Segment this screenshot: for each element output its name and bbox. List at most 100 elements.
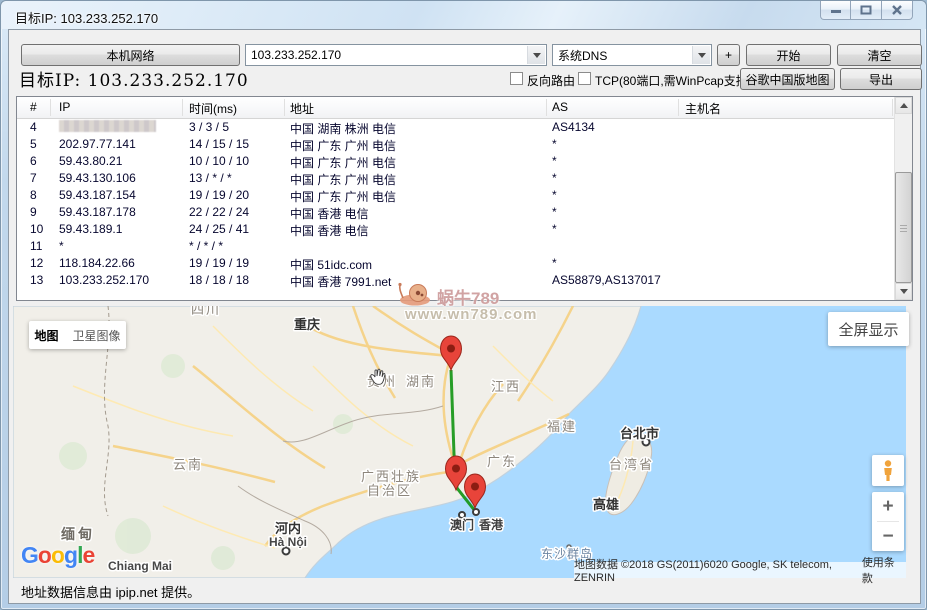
cell-ip: 59.43.80.21	[59, 154, 122, 168]
google-logo-letter: G	[21, 542, 38, 568]
route-map[interactable]: 四川重庆贵州湖南江西云南福建广东广西壮族自治区台北市台湾省高雄东沙群岛缅甸Chi…	[13, 306, 906, 578]
pegman-icon	[881, 460, 895, 482]
chevron-down-icon	[698, 53, 706, 58]
close-button[interactable]	[882, 1, 913, 20]
cell-ip: 118.184.22.66	[59, 256, 135, 270]
col-header-hop[interactable]: #	[30, 100, 37, 114]
map-type-satellite-button[interactable]: 卫星图像	[73, 327, 121, 344]
zoom-out-button[interactable]: −	[872, 522, 904, 551]
map-attribution-bar: 地图数据 ©2018 GS(2011)6020 Google, SK telec…	[574, 562, 906, 578]
clear-button[interactable]: 清空	[837, 44, 922, 66]
cell-time: 24 / 25 / 41	[189, 222, 249, 236]
cell-hop: 7	[30, 171, 37, 185]
target-ip-dropdown[interactable]	[527, 46, 545, 64]
dns-dropdown[interactable]	[692, 46, 710, 64]
cell-loc: 中国 香港 7991.net	[290, 273, 391, 290]
cell-as: AS58879,AS137017	[552, 273, 661, 287]
dns-combobox[interactable]: 系统DNS	[552, 44, 712, 66]
map-label: 高雄	[593, 497, 619, 512]
google-logo[interactable]: Google	[21, 542, 94, 569]
cell-time: 3 / 3 / 5	[189, 120, 229, 134]
table-row[interactable]: 959.43.187.17822 / 22 / 24中国 香港 电信*	[17, 203, 894, 220]
table-scrollbar[interactable]	[894, 97, 912, 300]
map-label: 广东	[487, 454, 517, 469]
local-network-button[interactable]: 本机网络	[21, 44, 240, 66]
tcp-mode-checkbox[interactable]	[578, 72, 591, 85]
cell-time: 18 / 18 / 18	[189, 273, 249, 287]
cell-as: *	[552, 205, 557, 219]
cell-time: * / * / *	[189, 239, 223, 253]
window-frame: 目标IP: 103.233.252.170 本机网络 103.233.252.1…	[0, 0, 927, 610]
cell-ip: 59.43.130.106	[59, 171, 136, 185]
export-button[interactable]: 导出	[840, 68, 922, 90]
table-row[interactable]: 759.43.130.10613 / * / *中国 广东 广州 电信*	[17, 169, 894, 186]
cell-ip: 59.43.189.1	[59, 222, 122, 236]
map-label: 台北市	[620, 426, 659, 441]
cell-as: *	[552, 154, 557, 168]
table-row[interactable]: 659.43.80.2110 / 10 / 10中国 广东 广州 电信*	[17, 152, 894, 169]
fullscreen-button[interactable]: 全屏显示	[828, 312, 909, 346]
cell-hop: 10	[30, 222, 43, 236]
hop-table-header[interactable]: # IP 时间(ms) 地址 AS 主机名	[17, 97, 912, 119]
map-label: 广西壮族	[361, 469, 421, 484]
chevron-down-icon	[533, 53, 541, 58]
map-attribution: 地图数据 ©2018 GS(2011)6020 Google, SK telec…	[574, 556, 850, 584]
map-label: 缅甸	[61, 526, 95, 542]
col-header-host[interactable]: 主机名	[685, 100, 721, 117]
col-header-ip[interactable]: IP	[59, 100, 70, 114]
column-divider[interactable]	[50, 99, 51, 116]
col-header-time[interactable]: 时间(ms)	[189, 100, 237, 117]
scroll-up-button[interactable]	[895, 97, 912, 114]
table-row[interactable]: 859.43.187.15419 / 19 / 20中国 广东 广州 电信*	[17, 186, 894, 203]
map-label: 云南	[173, 457, 203, 472]
zoom-in-button[interactable]: +	[872, 492, 904, 521]
hop-table-body: 43 / 3 / 5中国 湖南 株洲 电信AS41345202.97.77.14…	[17, 118, 894, 300]
map-zoom-control: + −	[872, 492, 904, 551]
scroll-down-button[interactable]	[895, 283, 912, 300]
col-header-as[interactable]: AS	[552, 100, 568, 114]
cell-as: *	[552, 188, 557, 202]
table-row[interactable]: 43 / 3 / 5中国 湖南 株洲 电信AS4134	[17, 118, 894, 135]
map-label: 重庆	[294, 317, 320, 332]
maximize-button[interactable]	[851, 1, 882, 20]
cell-hop: 5	[30, 137, 37, 151]
pegman-button[interactable]	[872, 455, 904, 486]
table-row[interactable]: 12118.184.22.6619 / 19 / 19中国 51idc.com*	[17, 254, 894, 271]
col-header-location[interactable]: 地址	[290, 100, 314, 117]
add-target-button[interactable]: +	[717, 44, 740, 66]
cell-ip: 59.43.187.154	[59, 188, 136, 202]
column-divider[interactable]	[284, 99, 285, 116]
column-divider[interactable]	[182, 99, 183, 116]
minimize-button[interactable]	[820, 1, 851, 20]
column-divider[interactable]	[546, 99, 547, 116]
cell-time: 10 / 10 / 10	[189, 154, 249, 168]
cell-ip: 59.43.187.178	[59, 205, 136, 219]
table-row[interactable]: 13103.233.252.17018 / 18 / 18中国 香港 7991.…	[17, 271, 894, 288]
map-label: 台湾省	[609, 457, 654, 472]
map-type-map-button[interactable]: 地图	[34, 327, 58, 344]
triangle-down-icon	[900, 289, 908, 294]
scrollbar-thumb[interactable]	[895, 172, 912, 283]
google-logo-letter: o	[38, 542, 51, 568]
cell-hop: 6	[30, 154, 37, 168]
hop-table: # IP 时间(ms) 地址 AS 主机名 43 / 3 / 5中国 湖南 株洲…	[16, 96, 913, 301]
cell-hop: 11	[30, 239, 42, 253]
google-cn-map-button[interactable]: 谷歌中国版地图	[740, 68, 835, 90]
map-canvas: 四川重庆贵州湖南江西云南福建广东广西壮族自治区台北市台湾省高雄东沙群岛缅甸Chi…	[13, 306, 906, 578]
google-logo-letter: g	[64, 542, 77, 568]
column-divider[interactable]	[678, 99, 679, 116]
start-button[interactable]: 开始	[746, 44, 831, 66]
reverse-route-checkbox[interactable]	[510, 72, 523, 85]
table-row[interactable]: 5202.97.77.14114 / 15 / 15中国 广东 广州 电信*	[17, 135, 894, 152]
cell-hop: 12	[30, 256, 43, 270]
title-bar[interactable]: 目标IP: 103.233.252.170	[1, 1, 926, 29]
app-window: 目标IP: 103.233.252.170 本机网络 103.233.252.1…	[0, 0, 927, 610]
table-row[interactable]: 11** / * / *	[17, 237, 894, 254]
column-divider[interactable]	[892, 99, 893, 116]
table-row[interactable]: 1059.43.189.124 / 25 / 41中国 香港 电信*	[17, 220, 894, 237]
terms-link[interactable]: 使用条款	[862, 554, 902, 586]
cell-as: AS4134	[552, 120, 595, 134]
cell-hop: 4	[30, 120, 37, 134]
map-label: 澳门	[450, 517, 474, 532]
target-ip-combobox[interactable]: 103.233.252.170	[245, 44, 547, 66]
